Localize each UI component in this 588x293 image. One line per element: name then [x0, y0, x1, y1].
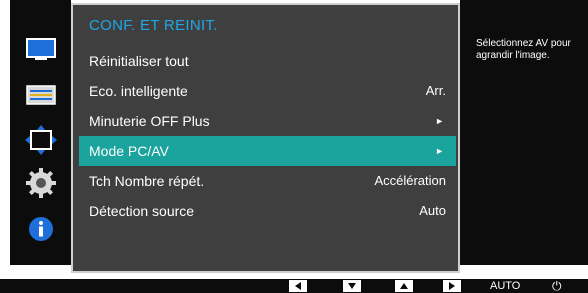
- menu-item-label: Eco. intelligente: [89, 83, 188, 99]
- menu-item-tch-nombre-repet[interactable]: Tch Nombre répét. Accélération: [79, 166, 456, 196]
- help-area: Sélectionnez AV pour agrandir l'image.: [460, 0, 588, 265]
- resize-arrows-icon[interactable]: [24, 125, 58, 155]
- menu-item-value: Accélération: [374, 173, 446, 188]
- up-arrow-icon[interactable]: [395, 280, 413, 292]
- panel-title: CONF. ET REINIT.: [89, 17, 218, 34]
- help-text: Sélectionnez AV pour agrandir l'image.: [476, 38, 571, 61]
- auto-button-label[interactable]: AUTO: [490, 279, 520, 293]
- chevron-right-icon: ►: [435, 146, 444, 156]
- menu-item-detection-source[interactable]: Détection source Auto: [79, 196, 456, 226]
- osd-screen: CONF. ET REINIT. Réinitialiser tout Eco.…: [0, 0, 588, 273]
- chevron-right-icon: ►: [435, 116, 444, 126]
- menu-item-eco-intelligente[interactable]: Eco. intelligente Arr.: [79, 76, 456, 106]
- menu-item-value: Auto: [419, 203, 446, 218]
- down-arrow-icon[interactable]: [343, 280, 361, 292]
- settings-bars-icon[interactable]: [24, 80, 58, 110]
- menu-item-label: Détection source: [89, 203, 195, 219]
- power-icon[interactable]: ⏻: [552, 279, 562, 293]
- settings-panel: CONF. ET REINIT. Réinitialiser tout Eco.…: [71, 3, 460, 273]
- right-arrow-icon[interactable]: [443, 280, 461, 292]
- menu-item-label: Tch Nombre répét.: [89, 173, 205, 189]
- menu-item-label: Minuterie OFF Plus: [89, 113, 210, 129]
- info-icon[interactable]: [24, 214, 58, 244]
- menu-item-label: Réinitialiser tout: [89, 53, 189, 69]
- left-arrow-icon[interactable]: [289, 280, 307, 292]
- menu-sidebar: [10, 0, 71, 265]
- key-guide-bar: AUTO ⏻: [0, 279, 588, 293]
- menu-item-minuterie-off-plus[interactable]: Minuterie OFF Plus ►: [79, 106, 456, 136]
- menu-item-label: Mode PC/AV: [89, 143, 169, 159]
- menu-item-value: Arr.: [425, 83, 446, 98]
- menu-item-reset-all[interactable]: Réinitialiser tout: [79, 46, 456, 76]
- menu-list: Réinitialiser tout Eco. intelligente Arr…: [79, 46, 456, 226]
- gear-icon[interactable]: [24, 168, 58, 198]
- menu-item-mode-pc-av[interactable]: Mode PC/AV ►: [79, 136, 456, 166]
- monitor-icon[interactable]: [24, 35, 58, 65]
